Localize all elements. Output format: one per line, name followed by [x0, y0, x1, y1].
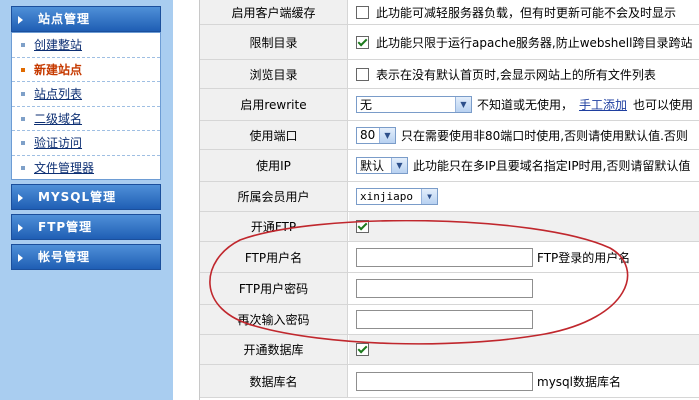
- field-label: 使用端口: [200, 121, 348, 149]
- field-label: 所属会员用户: [200, 182, 348, 211]
- expand-arrow-icon: [18, 254, 23, 262]
- client-cache-checkbox[interactable]: [356, 5, 369, 19]
- ip-select[interactable]: 默认 ▼: [356, 157, 408, 174]
- site-management-panel-header[interactable]: 站点管理: [11, 6, 161, 32]
- rewrite-select[interactable]: 无 ▼: [356, 96, 472, 113]
- form-row-browse-dir: 浏览目录 表示在没有默认首页时,会显示网站上的所有文件列表: [200, 60, 699, 89]
- field-label: FTP用户名: [200, 242, 348, 272]
- field-label: 数据库名: [200, 365, 348, 397]
- new-site-form: 启用客户端缓存 此功能可减轻服务器负载，但有时更新可能不会及时显示 限制目录 此…: [199, 0, 699, 400]
- sidebar-item-new-site[interactable]: 新建站点: [12, 58, 160, 82]
- port-select[interactable]: 80 ▼: [356, 126, 396, 144]
- form-row-port: 使用端口 80 ▼ 只在需要使用非80端口时使用,否则请使用默认值.否则: [200, 121, 699, 150]
- chevron-down-icon: ▼: [421, 189, 437, 204]
- field-description: 表示在没有默认首页时,会显示网站上的所有文件列表: [376, 67, 656, 82]
- form-row-restrict-dir: 限制目录 此功能只限于运行apache服务器,防止webshell跨目录跨站: [200, 25, 699, 60]
- ftp-management-panel-header[interactable]: FTP管理: [11, 214, 161, 240]
- sidebar-item-create-full-site[interactable]: 创建整站: [12, 33, 160, 58]
- field-description: 此功能可减轻服务器负载，但有时更新可能不会及时显示: [376, 5, 677, 20]
- site-management-menu: 创建整站 新建站点 站点列表 二级域名 验证访问 文件管理器: [11, 32, 161, 180]
- collapse-arrow-icon: [18, 16, 23, 24]
- chevron-down-icon: ▼: [379, 127, 395, 143]
- sidebar-item-verify-access[interactable]: 验证访问: [12, 131, 160, 156]
- ftp-password-input[interactable]: [356, 279, 533, 298]
- expand-arrow-icon: [18, 224, 23, 232]
- database-name-input[interactable]: [356, 371, 533, 391]
- sidebar-item-site-list[interactable]: 站点列表: [12, 82, 160, 107]
- field-hint: FTP登录的用户名: [537, 250, 631, 265]
- ftp-password-confirm-input[interactable]: [356, 310, 533, 329]
- sidebar-item-file-manager[interactable]: 文件管理器: [12, 156, 160, 181]
- manual-add-link[interactable]: 手工添加: [579, 96, 627, 113]
- form-row-enable-ftp: 开通FTP: [200, 212, 699, 242]
- field-label: FTP用户密码: [200, 273, 348, 304]
- expand-arrow-icon: [18, 194, 23, 202]
- field-label: 开通FTP: [200, 212, 348, 241]
- field-label: 浏览目录: [200, 60, 348, 88]
- field-label: 使用IP: [200, 150, 348, 181]
- form-row-member-user: 所属会员用户 xinjiapo ▼: [200, 182, 699, 212]
- form-row-client-cache: 启用客户端缓存 此功能可减轻服务器负载，但有时更新可能不会及时显示: [200, 0, 699, 25]
- field-description: 也可以使用: [633, 98, 694, 112]
- form-row-database-name: 数据库名 mysql数据库名: [200, 365, 699, 398]
- field-label: 启用rewrite: [200, 89, 348, 120]
- account-management-panel-header[interactable]: 帐号管理: [11, 244, 161, 270]
- form-row-ftp-username: FTP用户名 FTP登录的用户名: [200, 242, 699, 273]
- enable-database-checkbox[interactable]: [356, 343, 369, 356]
- chevron-down-icon: ▼: [455, 97, 471, 112]
- mysql-management-panel-header[interactable]: MYSQL管理: [11, 184, 161, 210]
- field-description: 此功能只限于运行apache服务器,防止webshell跨目录跨站: [376, 35, 693, 50]
- field-description: 不知道或无使用，: [477, 98, 574, 112]
- form-row-rewrite: 启用rewrite 无 ▼ 不知道或无使用， 手工添加 也可以使用: [200, 89, 699, 121]
- field-hint: mysql数据库名: [537, 374, 621, 389]
- field-description: 只在需要使用非80端口时使用,否则请使用默认值.否则: [401, 128, 688, 143]
- sidebar-item-subdomain[interactable]: 二级域名: [12, 107, 160, 131]
- restrict-dir-checkbox[interactable]: [356, 35, 369, 49]
- enable-ftp-checkbox[interactable]: [356, 220, 369, 233]
- field-label: 限制目录: [200, 25, 348, 59]
- chevron-down-icon: ▼: [391, 158, 407, 173]
- form-row-enable-database: 开通数据库: [200, 335, 699, 365]
- sidebar: 站点管理 创建整站 新建站点 站点列表 二级域名 验证访问 文件管理器 MYSQ…: [0, 0, 173, 400]
- form-row-ftp-password: FTP用户密码: [200, 273, 699, 305]
- form-row-ftp-password-confirm: 再次输入密码: [200, 305, 699, 335]
- ftp-username-input[interactable]: [356, 247, 533, 267]
- form-row-ip: 使用IP 默认 ▼ 此功能只在多IP且要域名指定IP时用,否则请留默认值: [200, 150, 699, 182]
- field-label: 启用客户端缓存: [200, 0, 348, 24]
- field-label: 再次输入密码: [200, 305, 348, 334]
- browse-dir-checkbox[interactable]: [356, 67, 369, 81]
- field-label: 开通数据库: [200, 335, 348, 364]
- member-user-select[interactable]: xinjiapo ▼: [356, 188, 438, 205]
- field-description: 此功能只在多IP且要域名指定IP时用,否则请留默认值: [413, 159, 691, 173]
